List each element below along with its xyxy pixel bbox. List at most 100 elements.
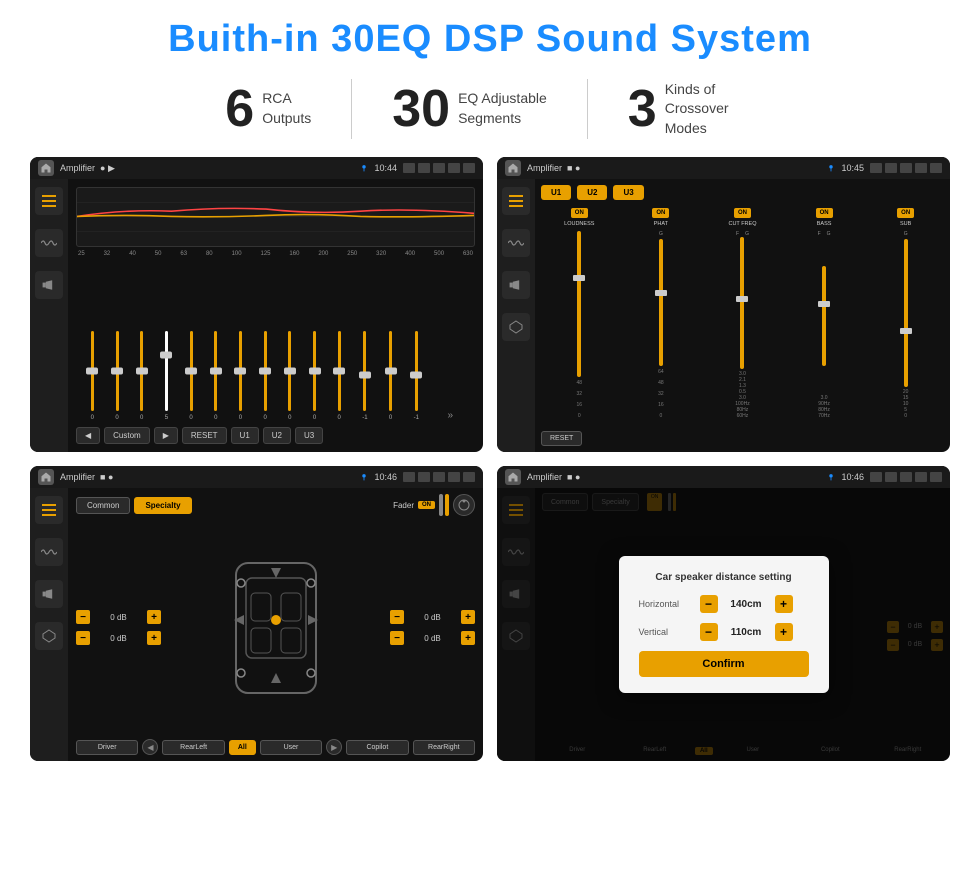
fader-label: Fader	[393, 501, 414, 510]
eq-custom-btn[interactable]: Custom	[104, 427, 150, 444]
car-diagram	[169, 521, 382, 734]
eq-u3-btn[interactable]: U3	[295, 427, 323, 444]
stats-row: 6 RCAOutputs 30 EQ AdjustableSegments 3 …	[30, 79, 950, 139]
eq-slider-10[interactable]: 0	[338, 301, 341, 421]
home-icon-1[interactable]	[38, 160, 54, 176]
crossover-channels: ON LOUDNESS 4832160 ON PH	[541, 208, 944, 419]
eq-slider-3[interactable]: 5	[165, 301, 168, 421]
eq-reset-btn[interactable]: RESET	[182, 427, 227, 444]
cutfreq-on[interactable]: ON	[734, 208, 751, 218]
cutfreq-slider-f[interactable]	[740, 237, 744, 369]
eq-slider-13[interactable]: -1	[414, 301, 419, 421]
stat-label-eq: EQ AdjustableSegments	[458, 89, 547, 128]
eq-slider-9[interactable]: 0	[313, 301, 316, 421]
eq-slider-6[interactable]: 0	[239, 301, 242, 421]
loudness-label: LOUDNESS	[564, 221, 594, 227]
side-controls-3	[30, 488, 68, 761]
wave-side-btn-3[interactable]	[35, 538, 63, 566]
btn-driver[interactable]: Driver	[76, 740, 138, 755]
minus-tl[interactable]: −	[76, 610, 90, 624]
home-icon-2[interactable]	[505, 160, 521, 176]
preset-u2[interactable]: U2	[577, 185, 607, 200]
dialog-horizontal-plus[interactable]: +	[775, 595, 793, 613]
eq-slider-11[interactable]: -1	[362, 301, 367, 421]
stat-eq: 30 EQ AdjustableSegments	[352, 83, 587, 135]
nav-left-btn[interactable]: ◀	[142, 739, 158, 755]
wave-side-btn-1[interactable]	[35, 229, 63, 257]
eq-side-btn-2[interactable]	[502, 187, 530, 215]
eq-slider-5[interactable]: 0	[214, 301, 217, 421]
eq-prev-btn[interactable]: ◀	[76, 427, 100, 444]
cam-icon-1	[403, 163, 415, 173]
fader-dial[interactable]	[453, 494, 475, 516]
minus-bl[interactable]: −	[76, 631, 90, 645]
phat-slider[interactable]	[659, 239, 663, 366]
btn-user[interactable]: User	[260, 740, 322, 755]
plus-tl[interactable]: +	[147, 610, 161, 624]
eq-slider-2[interactable]: 0	[140, 301, 143, 421]
fader-bar-1[interactable]	[439, 494, 443, 516]
bass-on[interactable]: ON	[816, 208, 833, 218]
confirm-button[interactable]: Confirm	[639, 651, 809, 677]
dialog-vertical-minus[interactable]: −	[700, 623, 718, 641]
eq-slider-12[interactable]: 0	[389, 301, 392, 421]
spk-side-btn-3[interactable]	[35, 580, 63, 608]
screen4-title: Amplifier ■ ●	[527, 472, 821, 482]
eq-side-btn-3[interactable]	[35, 496, 63, 524]
dialog-vertical-plus[interactable]: +	[775, 623, 793, 641]
btn-copilot[interactable]: Copilot	[346, 740, 408, 755]
screen1-time: 10:44	[374, 163, 397, 173]
eq-arrows[interactable]: »	[440, 410, 460, 421]
spk-side-btn-1[interactable]	[35, 271, 63, 299]
extra-side-btn-3[interactable]	[35, 622, 63, 650]
stat-number-rca: 6	[225, 83, 254, 135]
nav-right-btn[interactable]: ▶	[326, 739, 342, 755]
plus-bl[interactable]: +	[147, 631, 161, 645]
sub-slider[interactable]	[904, 239, 908, 387]
dialog-horizontal-minus[interactable]: −	[700, 595, 718, 613]
fader-bar-2[interactable]	[445, 494, 449, 516]
fader-on[interactable]: ON	[418, 501, 435, 509]
status-icons-1	[403, 163, 475, 173]
tab-specialty[interactable]: Specialty	[134, 497, 191, 514]
extra-side-btn-2[interactable]	[502, 313, 530, 341]
phat-on[interactable]: ON	[652, 208, 669, 218]
rect-icon-4	[915, 472, 927, 482]
minus-br[interactable]: −	[390, 631, 404, 645]
wave-side-btn-2[interactable]	[502, 229, 530, 257]
eq-slider-1[interactable]: 0	[115, 301, 118, 421]
spk-side-btn-2[interactable]	[502, 271, 530, 299]
loudness-on[interactable]: ON	[571, 208, 588, 218]
freq-250: 250	[347, 251, 357, 257]
eq-u2-btn[interactable]: U2	[263, 427, 291, 444]
channel-bass: ON BASS F G 3.090Hz80Hz70Hz	[786, 208, 863, 419]
dialog-vertical-label: Vertical	[639, 627, 694, 637]
minus-tr[interactable]: −	[390, 610, 404, 624]
btn-rearleft[interactable]: RearLeft	[162, 740, 224, 755]
bass-slider[interactable]	[822, 266, 826, 366]
stat-number-crossover: 3	[628, 83, 657, 135]
freq-630: 630	[463, 251, 473, 257]
eq-slider-8[interactable]: 0	[288, 301, 291, 421]
home-icon-4[interactable]	[505, 469, 521, 485]
eq-side-btn-1[interactable]	[35, 187, 63, 215]
plus-br[interactable]: +	[461, 631, 475, 645]
eq-play-btn[interactable]: ▶	[154, 427, 178, 444]
loudness-slider[interactable]	[577, 231, 581, 377]
eq-slider-4[interactable]: 0	[189, 301, 192, 421]
preset-u3[interactable]: U3	[613, 185, 643, 200]
plus-tr[interactable]: +	[461, 610, 475, 624]
screens-grid: Amplifier ● ▶ 10:44	[30, 157, 950, 761]
crossover-reset-btn[interactable]: RESET	[541, 431, 582, 446]
cam-icon-2	[870, 163, 882, 173]
home-icon-3[interactable]	[38, 469, 54, 485]
btn-all[interactable]: All	[229, 740, 256, 755]
eq-slider-0[interactable]: 0	[91, 301, 94, 421]
eq-slider-7[interactable]: 0	[263, 301, 266, 421]
btn-rearright[interactable]: RearRight	[413, 740, 475, 755]
sub-on[interactable]: ON	[897, 208, 914, 218]
tab-common[interactable]: Common	[76, 497, 130, 514]
preset-u1[interactable]: U1	[541, 185, 571, 200]
db-val-br: 0 dB	[407, 634, 458, 643]
eq-u1-btn[interactable]: U1	[231, 427, 259, 444]
